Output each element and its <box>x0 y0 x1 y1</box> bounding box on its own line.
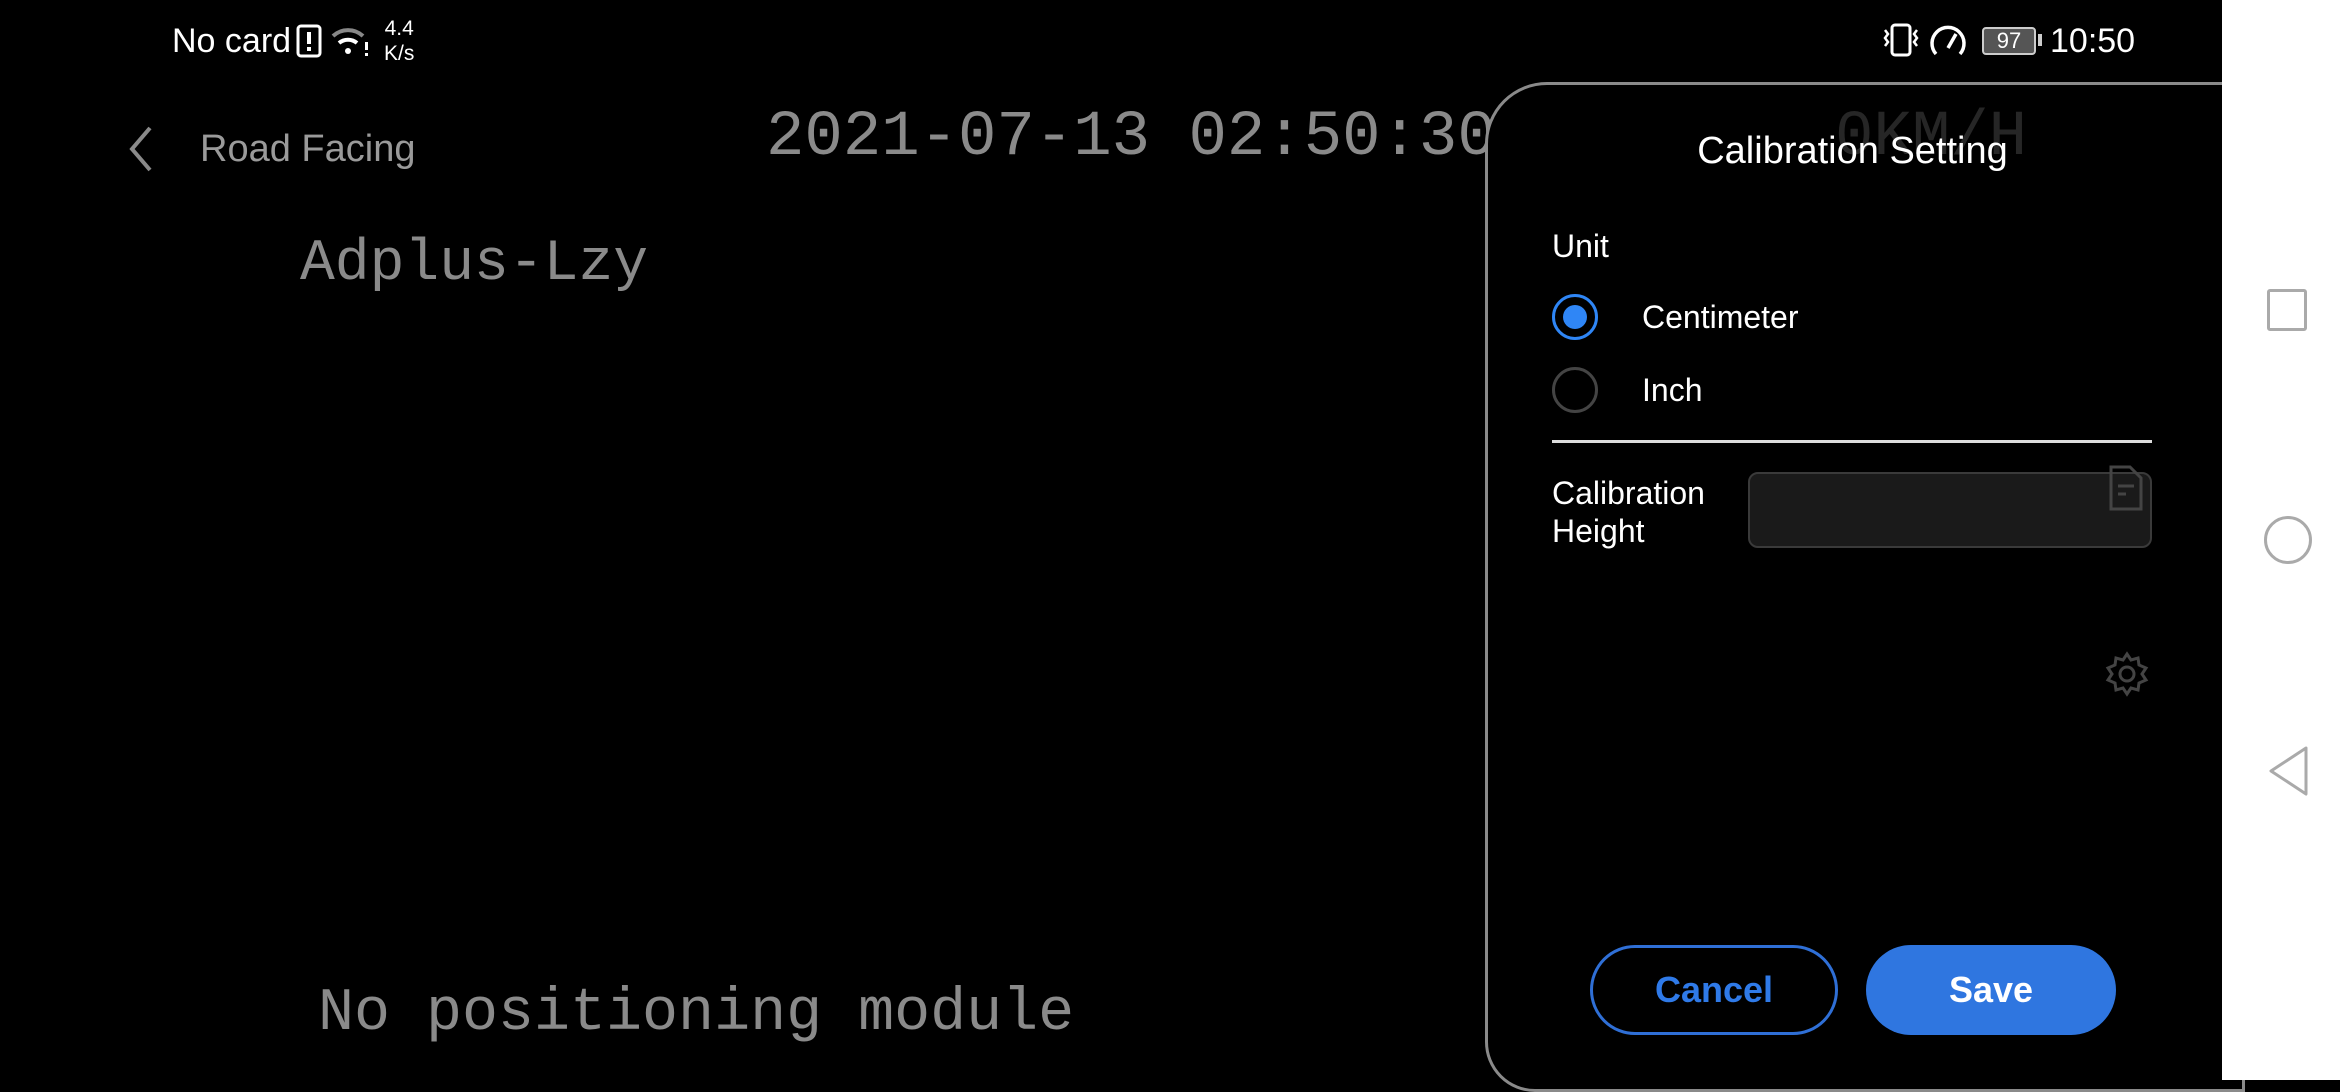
divider <box>1552 440 2152 443</box>
radio-label: Centimeter <box>1642 299 1799 335</box>
home-icon[interactable] <box>2264 516 2312 564</box>
calibration-height-input[interactable] <box>1748 472 2152 548</box>
chevron-left-icon[interactable] <box>124 124 156 174</box>
radio-button-checked[interactable] <box>1552 294 1598 340</box>
radio-button-unchecked[interactable] <box>1552 367 1598 413</box>
label-line-1: Calibration <box>1552 475 1705 511</box>
radio-inch[interactable]: Inch <box>1552 367 2052 417</box>
battery-level: 97 <box>1996 28 2022 53</box>
document-icon <box>2109 465 2143 511</box>
back-icon[interactable] <box>2266 744 2312 798</box>
cancel-button[interactable]: Cancel <box>1590 945 1838 1035</box>
dialog-title: Calibration Setting <box>1697 130 2008 172</box>
clock: 10:50 <box>2050 22 2136 60</box>
radio-label: Inch <box>1642 372 1703 408</box>
wifi-icon <box>331 28 368 56</box>
label-line-2: Height <box>1552 513 1645 549</box>
carrier-text: No card <box>172 22 292 60</box>
net-speed-value: 4.4 <box>384 17 414 40</box>
battery-tip <box>2038 34 2042 46</box>
page-title: Road Facing <box>200 128 416 170</box>
calibration-height-label: Calibration Height <box>1552 474 1705 550</box>
gear-icon[interactable] <box>2104 651 2150 697</box>
save-button[interactable]: Save <box>1866 945 2116 1035</box>
sim-alert-icon <box>296 24 322 58</box>
device-name: Adplus-Lzy <box>300 232 649 297</box>
net-speed-unit: K/s <box>384 42 415 65</box>
battery-icon: 97 <box>1982 27 2036 55</box>
radio-centimeter[interactable]: Centimeter <box>1552 294 2052 344</box>
vibrate-icon <box>1883 23 1919 57</box>
speedometer-icon <box>1930 25 1966 56</box>
gps-status: No positioning module <box>318 980 1075 1048</box>
recent-apps-icon[interactable] <box>2267 289 2307 331</box>
system-nav-bar <box>2222 0 2340 1080</box>
unit-label: Unit <box>1552 228 1609 264</box>
video-timestamp: 2021-07-13 02:50:30 <box>766 102 1496 174</box>
